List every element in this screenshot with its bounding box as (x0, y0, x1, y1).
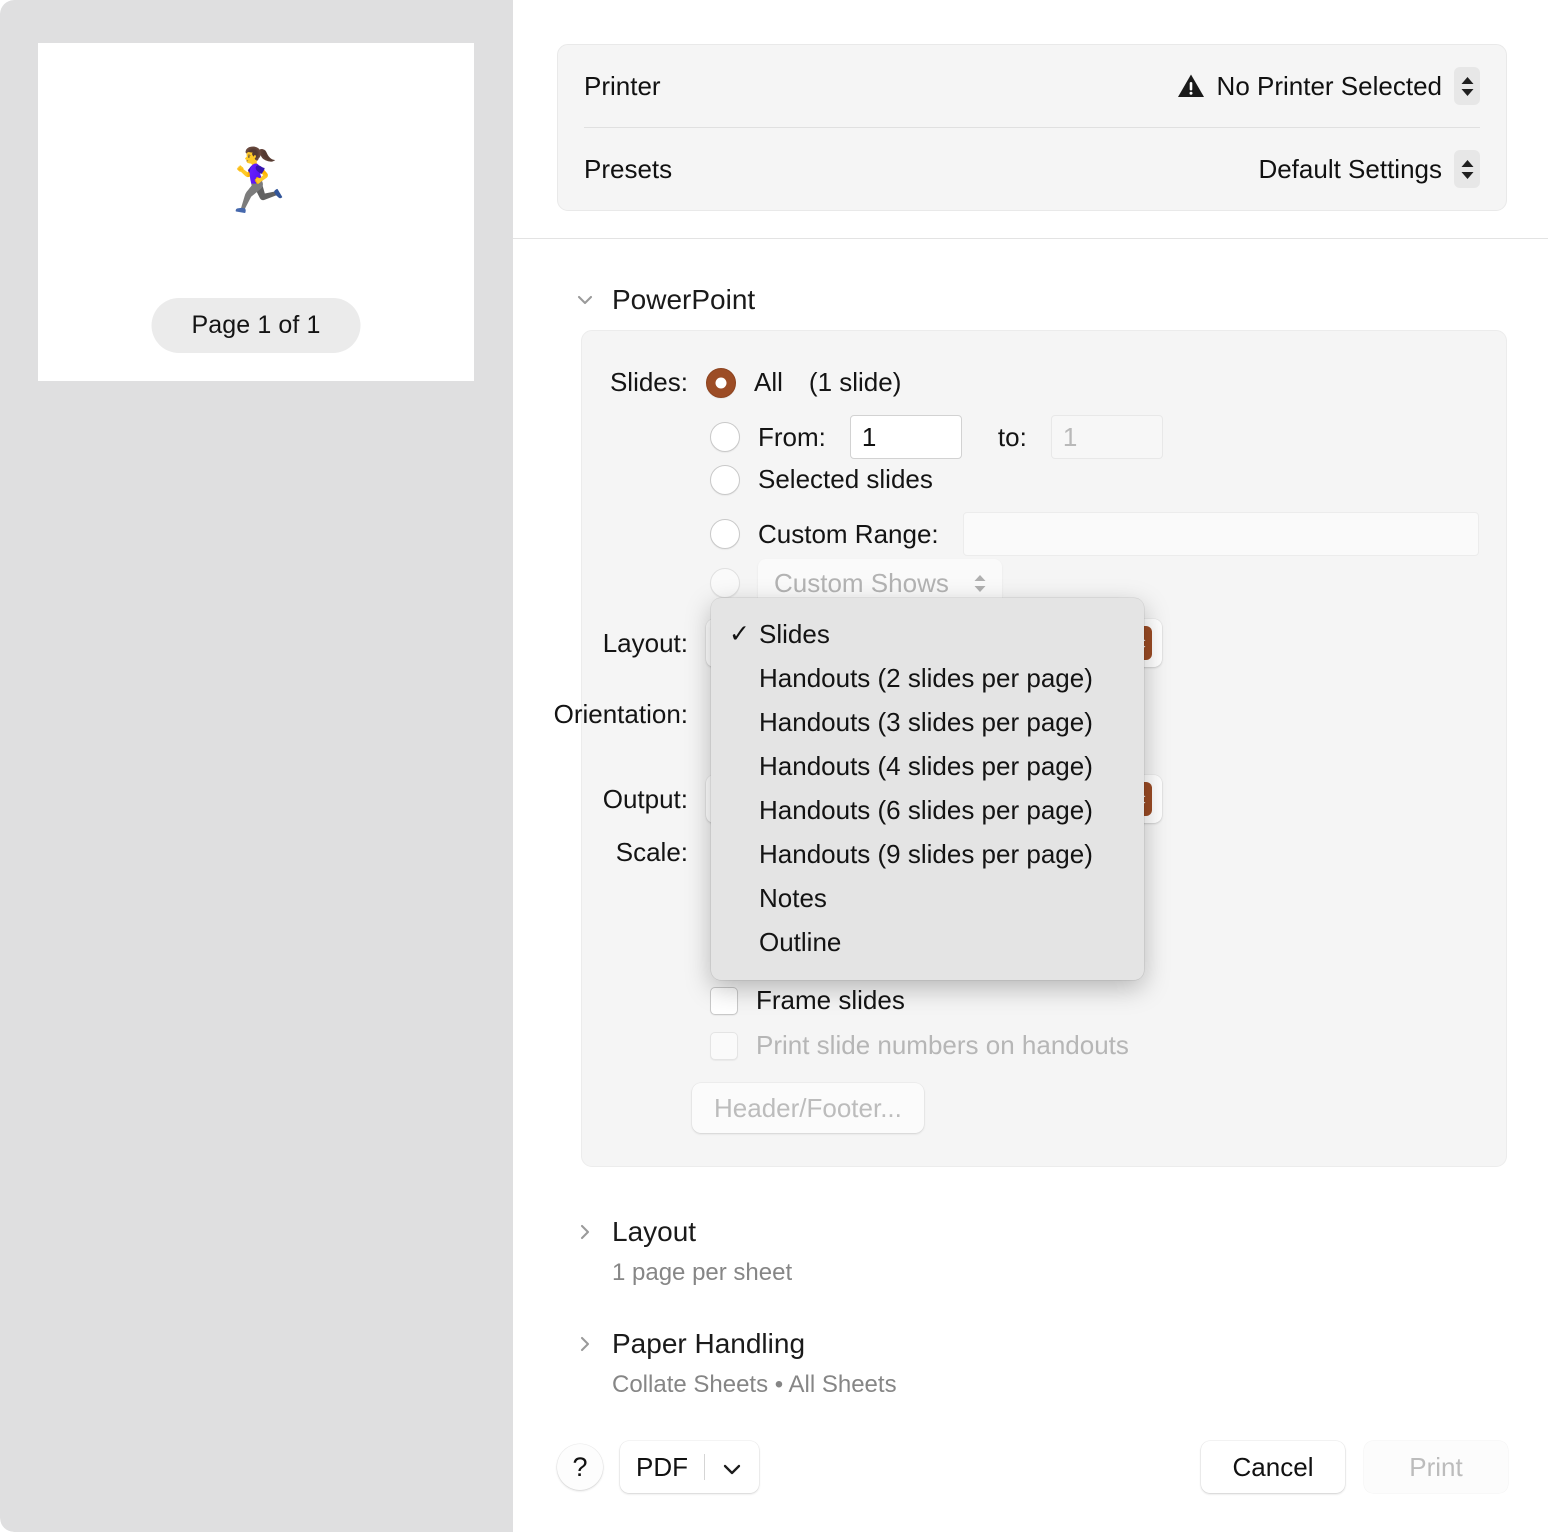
page-indicator: Page 1 of 1 (151, 298, 361, 353)
checkbox-frame-slides[interactable] (710, 986, 738, 1015)
presets-popup-stepper[interactable] (1454, 150, 1480, 188)
layout-menu-item-label: Handouts (6 slides per page) (759, 794, 1093, 825)
from-label: From: (758, 421, 826, 452)
section-separator (513, 238, 1548, 239)
chevron-right-icon[interactable] (575, 1334, 595, 1354)
slides-from-row[interactable]: From: 1 to: 1 (710, 415, 1163, 459)
slides-label: Slides: (609, 367, 688, 397)
layout-section[interactable]: Layout 1 page per sheet (575, 1216, 792, 1287)
layout-section-summary: 1 page per sheet (612, 1259, 793, 1286)
custom-shows-label: Custom Shows (774, 567, 949, 598)
preview-page-thumbnail[interactable]: 🏃‍♀️ Page 1 of 1 (38, 43, 474, 381)
paper-handling-section-header[interactable]: Paper Handling (575, 1328, 897, 1360)
layout-menu-item[interactable]: Handouts (6 slides per page) (711, 788, 1144, 832)
radio-all-slides[interactable] (706, 367, 736, 398)
layout-menu-item[interactable]: Handouts (2 slides per page) (711, 656, 1144, 700)
powerpoint-section-header[interactable]: PowerPoint (575, 284, 755, 316)
help-button[interactable]: ? (557, 1444, 603, 1490)
print-slide-numbers-label: Print slide numbers on handouts (756, 1030, 1129, 1060)
slides-all-row[interactable]: Slides: All (1 slide) (578, 367, 901, 398)
printer-value: No Printer Selected (1216, 70, 1442, 101)
presets-row[interactable]: Presets Default Settings (558, 128, 1506, 210)
presets-value: Default Settings (1258, 153, 1442, 184)
slide-count-label: (1 slide) (808, 367, 902, 397)
frame-slides-row[interactable]: Frame slides (710, 985, 905, 1016)
layout-menu-item-label: Slides (759, 618, 830, 649)
layout-section-title: Layout (612, 1216, 697, 1247)
scale-field-label: Scale: (615, 837, 688, 867)
output-field-label: Output: (602, 783, 688, 814)
custom-range-row[interactable]: Custom Range: (710, 512, 1479, 556)
layout-menu-item-label: Handouts (4 slides per page) (759, 750, 1093, 781)
pdf-button-divider (704, 1454, 705, 1480)
selected-slides-label: Selected slides (758, 464, 933, 494)
orientation-field-label: Orientation: (553, 699, 688, 729)
printer-popup-stepper[interactable] (1454, 67, 1480, 105)
dialog-action-bar: ? PDF Cancel Print (513, 1422, 1548, 1532)
orientation-field-row[interactable]: Orientation: (518, 699, 688, 730)
all-slides-label: All (754, 367, 783, 397)
custom-range-input[interactable] (962, 512, 1479, 556)
printer-row[interactable]: Printer No Printer Selected (558, 45, 1506, 127)
layout-menu-item[interactable]: Handouts (9 slides per page) (711, 832, 1144, 876)
radio-custom-shows[interactable] (710, 568, 740, 598)
checkmark-icon: ✓ (729, 620, 750, 648)
radio-selected-slides[interactable] (710, 464, 740, 495)
custom-range-label: Custom Range: (758, 518, 939, 549)
layout-dropdown-menu[interactable]: ✓ Slides Handouts (2 slides per page) Hando… (711, 598, 1144, 980)
from-page-input[interactable]: 1 (849, 415, 962, 459)
woman-running-emoji: 🏃‍♀️ (217, 147, 295, 216)
to-page-input[interactable]: 1 (1050, 415, 1163, 459)
scale-field-row[interactable]: Scale: (578, 837, 688, 868)
radio-from-range[interactable] (710, 422, 740, 452)
chevron-right-icon[interactable] (575, 1222, 595, 1242)
paper-handling-section-title: Paper Handling (612, 1328, 806, 1359)
paper-handling-section-summary: Collate Sheets • All Sheets (612, 1371, 897, 1398)
layout-menu-item[interactable]: ✓ Slides (711, 612, 1144, 656)
layout-menu-item[interactable]: Handouts (3 slides per page) (711, 700, 1144, 744)
to-label: to: (997, 421, 1027, 452)
header-footer-button[interactable]: Header/Footer... (692, 1083, 924, 1133)
layout-menu-item-label: Handouts (9 slides per page) (759, 838, 1093, 869)
print-dialog: 🏃‍♀️ Page 1 of 1 Printer No Printer Sele (0, 0, 1548, 1532)
layout-menu-item-label: Handouts (3 slides per page) (759, 706, 1093, 737)
layout-menu-item[interactable]: Handouts (4 slides per page) (711, 744, 1144, 788)
pdf-button-label: PDF (636, 1451, 688, 1482)
layout-menu-item[interactable]: Notes (711, 876, 1144, 920)
layout-menu-item-label: Notes (759, 882, 827, 913)
chevron-down-icon[interactable] (721, 1452, 743, 1483)
pdf-button[interactable]: PDF (620, 1441, 759, 1493)
radio-custom-range[interactable] (710, 519, 740, 549)
print-button[interactable]: Print (1364, 1441, 1508, 1493)
layout-menu-item[interactable]: Outline (711, 920, 1144, 964)
powerpoint-section-title: PowerPoint (612, 284, 756, 315)
layout-menu-item-label: Handouts (2 slides per page) (759, 662, 1093, 693)
header-footer-row[interactable]: Header/Footer... (692, 1083, 924, 1133)
layout-section-header[interactable]: Layout (575, 1216, 792, 1248)
chevron-down-icon[interactable] (575, 290, 595, 310)
layout-menu-item-label: Outline (759, 926, 842, 957)
cancel-button[interactable]: Cancel (1201, 1441, 1345, 1493)
printer-label: Printer (584, 70, 661, 101)
warning-triangle-icon (1177, 73, 1205, 99)
paper-handling-section[interactable]: Paper Handling Collate Sheets • All Shee… (575, 1328, 897, 1399)
print-preview-pane: 🏃‍♀️ Page 1 of 1 (0, 0, 513, 1532)
selected-slides-row[interactable]: Selected slides (710, 464, 933, 495)
print-slide-numbers-row[interactable]: Print slide numbers on handouts (710, 1030, 1129, 1061)
layout-field-label: Layout: (602, 627, 688, 658)
checkbox-print-slide-numbers[interactable] (710, 1031, 738, 1060)
chevron-updown-icon (968, 566, 992, 600)
printer-presets-card: Printer No Printer Selected Presets Defa… (557, 44, 1507, 211)
frame-slides-label: Frame slides (756, 985, 905, 1015)
presets-label: Presets (584, 153, 673, 184)
